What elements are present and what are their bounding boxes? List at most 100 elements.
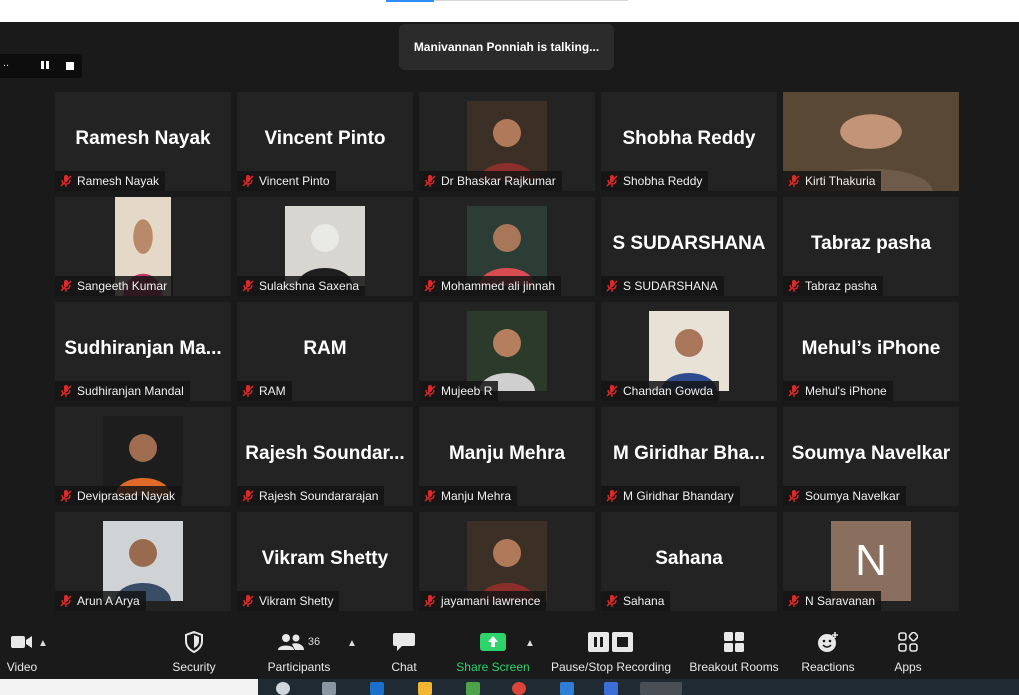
taskbar-app-icon[interactable] — [322, 682, 336, 695]
muted-mic-icon — [423, 279, 437, 293]
participant-name-label: Tabraz pasha — [783, 276, 884, 296]
participant-name-text: Sangeeth Kumar — [77, 279, 168, 293]
participant-tile[interactable]: Vincent Pinto Vincent Pinto — [237, 92, 413, 191]
participant-tile[interactable]: Manju Mehra Manju Mehra — [419, 407, 595, 506]
tab-divider — [434, 0, 628, 1]
participant-tile[interactable]: Mohammed ali jinnah — [419, 197, 595, 296]
participant-name-text: Arun A Arya — [77, 594, 140, 608]
recording-controls: .. — [0, 54, 82, 78]
video-button[interactable]: Video — [0, 630, 44, 676]
reactions-button[interactable]: Reactions — [798, 630, 858, 676]
participant-tile[interactable]: Chandan Gowda — [601, 302, 777, 401]
participants-label: Participants — [267, 660, 331, 674]
pause-recording-icon[interactable] — [37, 58, 53, 74]
participant-name-text: Sudhiranjan Mandal — [77, 384, 184, 398]
participant-name-label: Sudhiranjan Mandal — [55, 381, 190, 401]
recording-indicator: .. — [3, 57, 10, 69]
participant-tile[interactable]: Soumya Navelkar Soumya Navelkar — [783, 407, 959, 506]
muted-mic-icon — [423, 384, 437, 398]
participant-name-label: Vikram Shetty — [237, 591, 340, 611]
muted-mic-icon — [605, 384, 619, 398]
participant-gallery: Ramesh Nayak Ramesh Nayak Vincent Pinto Vin… — [55, 92, 960, 611]
muted-mic-icon — [59, 174, 73, 188]
record-app-icon[interactable] — [512, 682, 526, 695]
os-taskbar — [0, 679, 1019, 695]
security-button[interactable]: Security — [164, 630, 224, 676]
participant-display-name: Ramesh Nayak — [75, 128, 211, 149]
participants-options-caret[interactable]: ▲ — [347, 638, 357, 649]
participant-tile[interactable]: Kirti Thakuria — [783, 92, 959, 191]
share-screen-icon — [480, 630, 506, 654]
muted-mic-icon — [787, 594, 801, 608]
chat-button[interactable]: Chat — [384, 630, 424, 676]
outlook-icon[interactable] — [560, 682, 574, 695]
participant-name-text: Tabraz pasha — [805, 279, 878, 293]
task-view-icon[interactable] — [276, 682, 290, 695]
participants-button[interactable]: 36 Participants — [262, 630, 336, 676]
participant-tile[interactable]: Sudhiranjan Ma... Sudhiranjan Mandal — [55, 302, 231, 401]
participant-display-name: Rajesh Soundar... — [245, 443, 405, 464]
participant-tile[interactable]: Ramesh Nayak Ramesh Nayak — [55, 92, 231, 191]
share-screen-button[interactable]: Share Screen — [454, 630, 532, 676]
participant-tile[interactable]: RAM RAM — [237, 302, 413, 401]
muted-mic-icon — [423, 174, 437, 188]
participant-name-text: S SUDARSHANA — [623, 279, 718, 293]
participant-tile[interactable]: Sangeeth Kumar — [55, 197, 231, 296]
participant-name-label: Ramesh Nayak — [55, 171, 166, 191]
participant-tile[interactable]: Tabraz pasha Tabraz pasha — [783, 197, 959, 296]
powerpoint-active-icon[interactable] — [640, 682, 682, 695]
participant-name-text: N Saravanan — [805, 594, 876, 608]
participant-tile[interactable]: Mehul’s iPhone Mehul's iPhone — [783, 302, 959, 401]
participant-name-label: S SUDARSHANA — [601, 276, 724, 296]
participant-avatar-photo — [467, 521, 547, 601]
participant-name-label: Manju Mehra — [419, 486, 518, 506]
muted-mic-icon — [787, 174, 801, 188]
chrome-browser-icon[interactable] — [466, 682, 480, 695]
participant-name-text: Shobha Reddy — [623, 174, 703, 188]
participant-tile[interactable]: jayamani lawrence — [419, 512, 595, 611]
participant-name-label: Arun A Arya — [55, 591, 146, 611]
participant-tile[interactable]: Sahana Sahana — [601, 512, 777, 611]
participant-tile[interactable]: Vikram Shetty Vikram Shetty — [237, 512, 413, 611]
participant-name-label: Shobha Reddy — [601, 171, 709, 191]
shield-icon — [185, 630, 203, 654]
active-tab-indicator — [386, 0, 434, 2]
participant-tile[interactable]: NN Saravanan — [783, 512, 959, 611]
muted-mic-icon — [241, 174, 255, 188]
participant-tile[interactable]: Dr Bhaskar Rajkumar — [419, 92, 595, 191]
reactions-label: Reactions — [801, 660, 855, 674]
participant-tile[interactable]: Arun A Arya — [55, 512, 231, 611]
participant-tile[interactable]: S SUDARSHANA S SUDARSHANA — [601, 197, 777, 296]
participant-display-name: Tabraz pasha — [810, 233, 932, 254]
zoom-app-icon[interactable] — [604, 682, 618, 695]
pause-stop-recording-button[interactable]: Pause/Stop Recording — [548, 630, 674, 676]
apps-button[interactable]: Apps — [888, 630, 928, 676]
share-screen-label: Share Screen — [456, 660, 530, 674]
participant-tile[interactable]: Deviprasad Nayak — [55, 407, 231, 506]
participant-tile[interactable]: Sulakshna Saxena — [237, 197, 413, 296]
participant-avatar-photo — [467, 206, 547, 286]
breakout-grid-icon — [724, 630, 744, 654]
participant-display-name: Sahana — [655, 548, 723, 569]
apps-icon — [898, 630, 918, 654]
participant-tile[interactable]: M Giridhar Bha... M Giridhar Bhandary — [601, 407, 777, 506]
pause-stop-icon — [588, 630, 634, 654]
participant-tile[interactable]: Mujeeb R — [419, 302, 595, 401]
participant-tile[interactable]: Shobha Reddy Shobha Reddy — [601, 92, 777, 191]
participants-count: 36 — [307, 636, 321, 648]
muted-mic-icon — [59, 594, 73, 608]
participant-display-name: Vikram Shetty — [261, 548, 389, 569]
file-explorer-icon[interactable] — [418, 682, 432, 695]
muted-mic-icon — [787, 489, 801, 503]
share-options-caret[interactable]: ▲ — [525, 638, 535, 649]
participant-tile[interactable]: Rajesh Soundar... Rajesh Soundararajan — [237, 407, 413, 506]
participant-name-label: Soumya Navelkar — [783, 486, 906, 506]
taskbar-search-box[interactable] — [0, 679, 258, 695]
edge-browser-icon[interactable] — [370, 682, 384, 695]
participant-name-text: Soumya Navelkar — [805, 489, 900, 503]
breakout-rooms-button[interactable]: Breakout Rooms — [686, 630, 782, 676]
stop-recording-icon[interactable] — [62, 58, 78, 74]
muted-mic-icon — [241, 384, 255, 398]
video-options-caret[interactable]: ▲ — [38, 638, 48, 649]
participant-name-label: Sahana — [601, 591, 671, 611]
